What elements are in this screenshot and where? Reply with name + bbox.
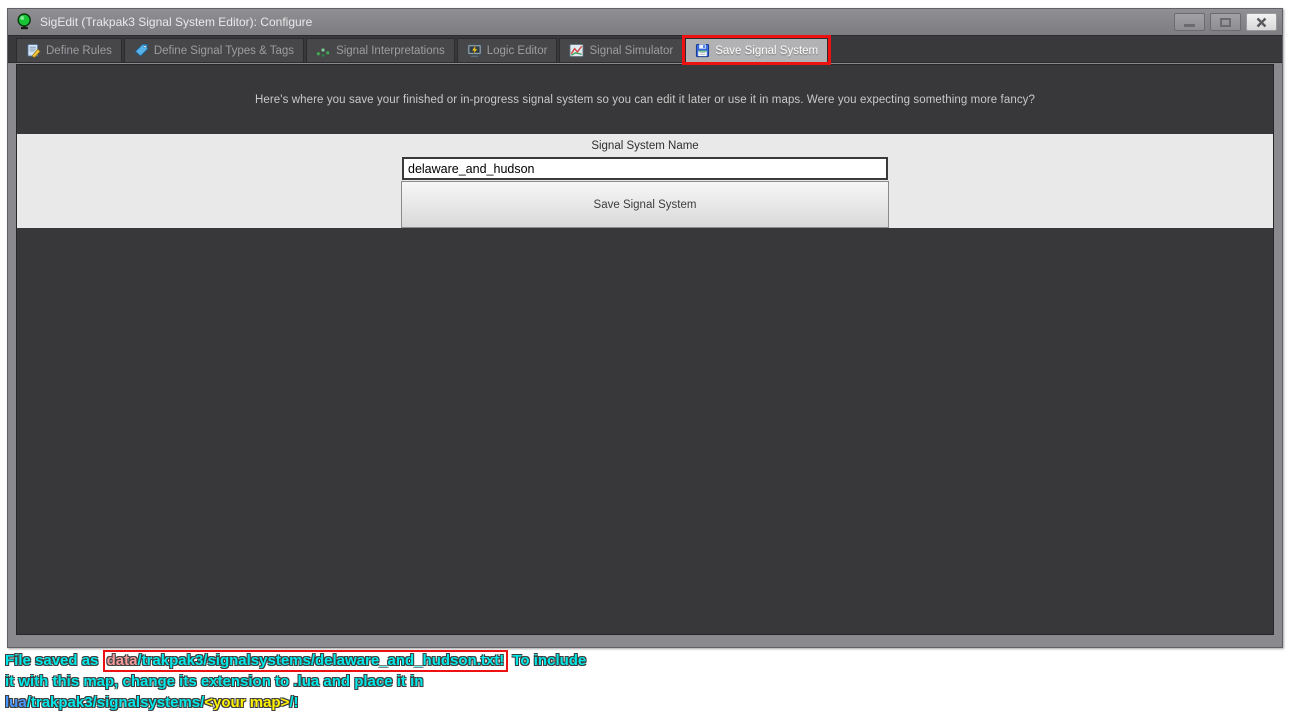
green-dots-graph-icon: [316, 43, 331, 58]
console-line-3: lua/trakpak3/signalsystems/<your map>/!: [5, 692, 586, 713]
console-text: /!: [289, 694, 299, 711]
tab-label: Signal Interpretations: [336, 44, 445, 57]
info-message: Here's where you save your finished or i…: [254, 94, 1036, 106]
console-text-your-map: <your map>: [204, 694, 290, 711]
close-button[interactable]: [1246, 13, 1277, 31]
tab-signal-interpretations[interactable]: Signal Interpretations: [306, 38, 455, 62]
sigedit-window: SigEdit (Trakpak3 Signal System Editor):…: [7, 8, 1283, 648]
tab-bar: Define Rules Define Signal Types & Tags: [8, 35, 1282, 65]
notepad-pencil-icon: [26, 43, 41, 58]
window-title: SigEdit (Trakpak3 Signal System Editor):…: [40, 15, 313, 29]
console-line-1: File saved as data/trakpak3/signalsystem…: [5, 650, 587, 672]
signal-system-name-input[interactable]: [402, 157, 888, 180]
minimize-button[interactable]: [1174, 13, 1205, 31]
tab-label: Save Signal System: [715, 44, 819, 57]
close-icon: [1256, 17, 1267, 27]
content-frame: Here's where you save your finished or i…: [8, 63, 1282, 647]
console-text-path: /trakpak3/signalsystems/: [26, 694, 205, 711]
tab-define-signal-types-tags[interactable]: Define Signal Types & Tags: [123, 38, 305, 62]
signal-system-name-label: Signal System Name: [591, 140, 699, 152]
tag-icon: [134, 43, 149, 58]
console-text-lua: lua: [5, 694, 27, 711]
console-text-path: /trakpak3/signalsystems/delaware_and_hud…: [137, 652, 505, 669]
console-line-2: it with this map, change its extension t…: [5, 671, 586, 692]
save-form-panel: Signal System Name Save Signal System: [17, 134, 1273, 228]
titlebar[interactable]: SigEdit (Trakpak3 Signal System Editor):…: [8, 9, 1282, 35]
tab-label: Logic Editor: [486, 44, 548, 57]
maximize-icon: [1220, 17, 1231, 27]
console-text: File saved as: [5, 652, 103, 669]
tab-label: Define Signal Types & Tags: [153, 44, 295, 57]
console-text: To include: [508, 652, 587, 669]
console-text: it with this map, change its extension t…: [5, 673, 424, 690]
console-text-data: data: [106, 652, 138, 669]
monitor-lightning-icon: [467, 43, 482, 58]
content-area: Here's where you save your finished or i…: [16, 64, 1274, 635]
console-output: File saved as data/trakpak3/signalsystem…: [5, 650, 586, 713]
tab-signal-simulator[interactable]: Signal Simulator: [559, 38, 684, 62]
chart-icon: [569, 43, 585, 58]
tab-label: Define Rules: [46, 44, 112, 57]
window-controls: [1174, 13, 1277, 31]
maximize-button[interactable]: [1210, 13, 1241, 31]
tab-logic-editor[interactable]: Logic Editor: [456, 38, 558, 62]
save-signal-system-button[interactable]: Save Signal System: [401, 181, 889, 228]
tab-define-rules[interactable]: Define Rules: [16, 38, 122, 62]
floppy-disk-icon: [695, 43, 710, 58]
minimize-icon: [1184, 23, 1195, 27]
file-path-annotation: data/trakpak3/signalsystems/delaware_and…: [102, 650, 509, 672]
green-signal-lamp-icon: [15, 13, 33, 31]
tab-label: Signal Simulator: [589, 44, 674, 57]
tab-save-signal-system[interactable]: Save Signal System: [682, 35, 832, 65]
